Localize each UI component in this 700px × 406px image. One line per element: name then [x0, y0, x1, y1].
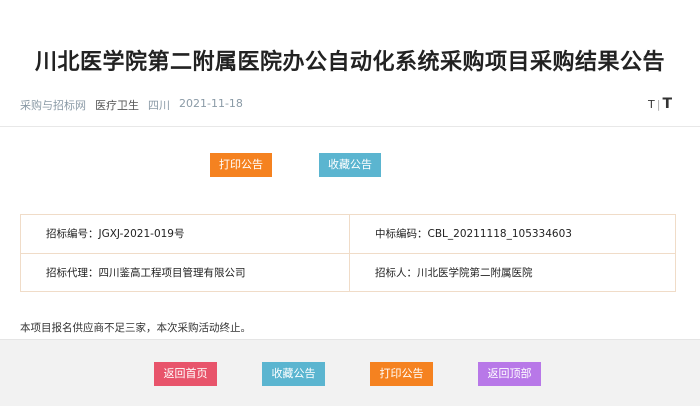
- publish-date: 2021-11-18: [179, 97, 243, 110]
- favorite-button[interactable]: 收藏公告: [319, 153, 381, 177]
- bid-code: 中标编码：CBL_20211118_105334603: [375, 228, 572, 240]
- header-divider: [0, 126, 700, 127]
- tender-agent: 招标代理：四川鉴高工程项目管理有限公司: [46, 267, 246, 279]
- source-link[interactable]: 采购与招标网: [20, 97, 86, 113]
- footer-print-button[interactable]: 打印公告: [370, 362, 433, 386]
- page-title: 川北医学院第二附属医院办公自动化系统采购项目采购结果公告: [34, 50, 665, 75]
- footer-favorite-button[interactable]: 收藏公告: [262, 362, 325, 386]
- tender-number: 招标编号：JGXJ-2021-019号: [46, 228, 185, 240]
- font-size-separator: |: [656, 98, 661, 111]
- industry-tag: 医疗卫生: [95, 99, 139, 112]
- info-table: 招标编号：JGXJ-2021-019号 中标编码：CBL_20211118_10…: [20, 214, 676, 292]
- footer-bar: 返回首页 收藏公告 打印公告 返回顶部: [0, 339, 700, 406]
- table-row: 招标编号：JGXJ-2021-019号 中标编码：CBL_20211118_10…: [21, 215, 675, 254]
- table-row: 招标代理：四川鉴高工程项目管理有限公司 招标人：川北医学院第二附属医院: [21, 254, 675, 293]
- back-to-top-button[interactable]: 返回顶部: [478, 362, 541, 386]
- font-small-button[interactable]: T: [648, 98, 655, 111]
- region-tag: 四川: [148, 99, 170, 112]
- font-size-toggle: T | T: [648, 96, 672, 112]
- article-meta: 采购与招标网 医疗卫生 四川 2021-11-18: [20, 97, 243, 113]
- tenderer: 招标人：川北医学院第二附属医院: [375, 267, 533, 279]
- page: 川北医学院第二附属医院办公自动化系统采购项目采购结果公告 采购与招标网 医疗卫生…: [0, 0, 700, 406]
- font-large-button[interactable]: T: [662, 96, 672, 112]
- print-button[interactable]: 打印公告: [210, 153, 272, 177]
- notice-text: 本项目报名供应商不足三家，本次采购活动终止。: [20, 322, 251, 334]
- back-home-button[interactable]: 返回首页: [154, 362, 217, 386]
